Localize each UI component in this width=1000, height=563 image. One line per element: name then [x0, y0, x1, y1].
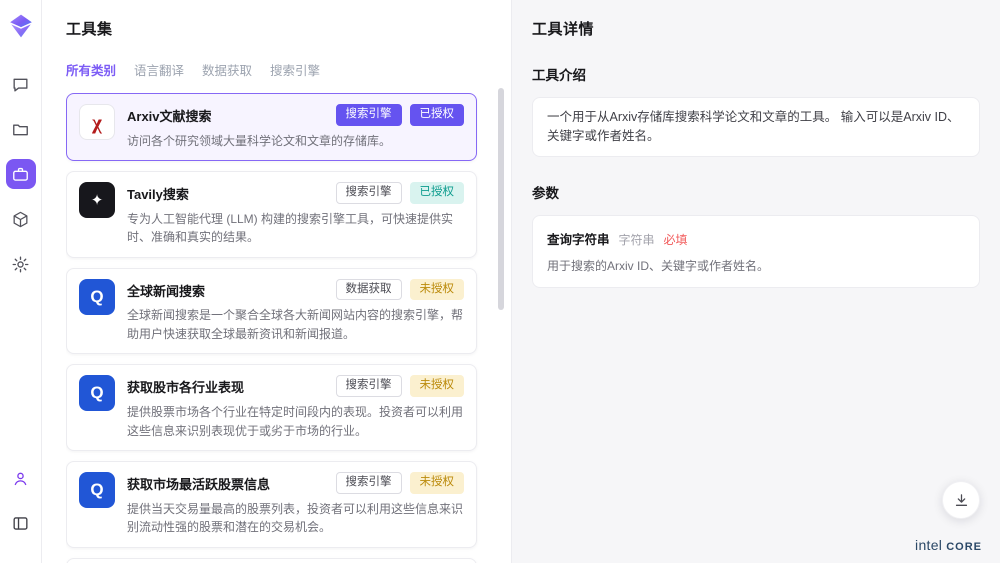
app-window: 工具集 所有类别语言翻译数据获取搜索引擎 χ Arxiv文献搜索 搜索引擎 已授… [0, 0, 1000, 563]
param-required-badge: 必填 [664, 231, 688, 248]
param-description: 用于搜索的Arxiv ID、关键字或作者姓名。 [547, 257, 965, 274]
tool-list: χ Arxiv文献搜索 搜索引擎 已授权 访问各个研究领域大量科学论文和文章的存… [66, 93, 511, 563]
user-icon [11, 469, 30, 488]
param-name: 查询字符串 [547, 229, 610, 248]
tool-category-badge: 数据获取 [336, 279, 402, 301]
core-brand-text: CORE [946, 541, 982, 553]
param-card: 查询字符串 字符串 必填 用于搜索的Arxiv ID、关键字或作者姓名。 [532, 215, 980, 288]
tool-card[interactable]: 万维地区新闻查询 搜索引擎 未授权 查询具体行政区划内的新闻，快速了解各地新闻动 [66, 558, 477, 563]
intro-card: 一个用于从Arxiv存储库搜索科学论文和文章的工具。 输入可以是Arxiv ID… [532, 97, 980, 157]
arxiv-icon: χ [79, 104, 115, 140]
package-icon [11, 210, 30, 229]
tool-description: 提供当天交易量最高的股票列表，投资者可以利用这些信息来识别流动性强的股票和潜在的… [127, 500, 464, 537]
detail-title: 工具详情 [532, 18, 980, 39]
tool-description: 全球新闻搜索是一个聚合全球各大新闻网站内容的搜索引擎，帮助用户快速获取全球最新资… [127, 306, 464, 343]
tab-search[interactable]: 搜索引擎 [270, 60, 320, 79]
settings-gear-icon [11, 255, 30, 274]
tool-auth-badge[interactable]: 未授权 [410, 472, 465, 494]
tool-card[interactable]: Q 全球新闻搜索 数据获取 未授权 全球新闻搜索是一个聚合全球各大新闻网站内容的… [66, 268, 477, 355]
tab-all[interactable]: 所有类别 [66, 60, 116, 79]
tool-name: Tavily搜索 [127, 182, 189, 203]
tavily-icon: ✦ [79, 182, 115, 218]
tool-auth-badge[interactable]: 已授权 [410, 104, 465, 126]
tool-auth-badge[interactable]: 已授权 [410, 182, 465, 204]
tool-name: 全球新闻搜索 [127, 279, 205, 300]
tool-card[interactable]: ✦ Tavily搜索 搜索引擎 已授权 专为人工智能代理 (LLM) 构建的搜索… [66, 171, 477, 258]
sidebar-item-files[interactable] [6, 114, 36, 144]
tool-card[interactable]: χ Arxiv文献搜索 搜索引擎 已授权 访问各个研究领域大量科学论文和文章的存… [66, 93, 477, 161]
page-title: 工具集 [66, 18, 511, 39]
tool-description: 提供股票市场各个行业在特定时间段内的表现。投资者可以利用这些信息来识别表现优于或… [127, 403, 464, 440]
sidebar-item-packages[interactable] [6, 204, 36, 234]
tool-card[interactable]: Q 获取股市各行业表现 搜索引擎 未授权 提供股票市场各个行业在特定时间段内的表… [66, 364, 477, 451]
tool-category-badge: 搜索引擎 [336, 472, 402, 494]
download-icon [953, 492, 970, 509]
tool-name: Arxiv文献搜索 [127, 104, 212, 125]
folder-icon [11, 120, 30, 139]
tool-auth-badge[interactable]: 未授权 [410, 279, 465, 301]
tab-translate[interactable]: 语言翻译 [134, 60, 184, 79]
intro-heading: 工具介绍 [532, 64, 980, 84]
scrollbar-thumb[interactable] [498, 88, 504, 310]
intro-text: 一个用于从Arxiv存储库搜索科学论文和文章的工具。 输入可以是Arxiv ID… [547, 110, 960, 143]
tool-card[interactable]: Q 获取市场最活跃股票信息 搜索引擎 未授权 提供当天交易量最高的股票列表，投资… [66, 461, 477, 548]
sidebar-toggle-icon [11, 514, 30, 533]
tool-description: 访问各个研究领域大量科学论文和文章的存储库。 [127, 132, 464, 151]
tool-list-panel: 工具集 所有类别语言翻译数据获取搜索引擎 χ Arxiv文献搜索 搜索引擎 已授… [42, 0, 512, 563]
sidebar-item-tools[interactable] [6, 159, 36, 189]
tool-category-badge: 搜索引擎 [336, 375, 402, 397]
app-logo-icon [8, 13, 34, 39]
intel-brand-text: intel [915, 537, 942, 553]
download-button[interactable] [942, 481, 980, 519]
qlogo-icon: Q [79, 279, 115, 315]
tool-name: 获取股市各行业表现 [127, 375, 244, 396]
category-tabs: 所有类别语言翻译数据获取搜索引擎 [66, 60, 511, 79]
intel-core-badge: intel CORE [915, 537, 982, 553]
sidebar-item-account[interactable] [6, 463, 36, 493]
tool-category-badge: 搜索引擎 [336, 104, 402, 126]
icon-sidebar [0, 0, 42, 563]
tool-category-badge: 搜索引擎 [336, 182, 402, 204]
tool-auth-badge[interactable]: 未授权 [410, 375, 465, 397]
tool-description: 专为人工智能代理 (LLM) 构建的搜索引擎工具，可快速提供实时、准确和真实的结… [127, 210, 464, 247]
sidebar-toggle-button[interactable] [6, 508, 36, 538]
qlogo-icon: Q [79, 375, 115, 411]
tab-data[interactable]: 数据获取 [202, 60, 252, 79]
sidebar-item-chat[interactable] [6, 69, 36, 99]
chat-icon [11, 75, 30, 94]
tool-name: 获取市场最活跃股票信息 [127, 472, 270, 493]
qlogo-icon: Q [79, 472, 115, 508]
briefcase-icon [11, 165, 30, 184]
scrollbar-track [498, 88, 504, 555]
param-type: 字符串 [619, 231, 655, 248]
tool-detail-panel: 工具详情 工具介绍 一个用于从Arxiv存储库搜索科学论文和文章的工具。 输入可… [512, 0, 1000, 563]
params-heading: 参数 [532, 182, 980, 202]
sidebar-item-settings[interactable] [6, 249, 36, 279]
